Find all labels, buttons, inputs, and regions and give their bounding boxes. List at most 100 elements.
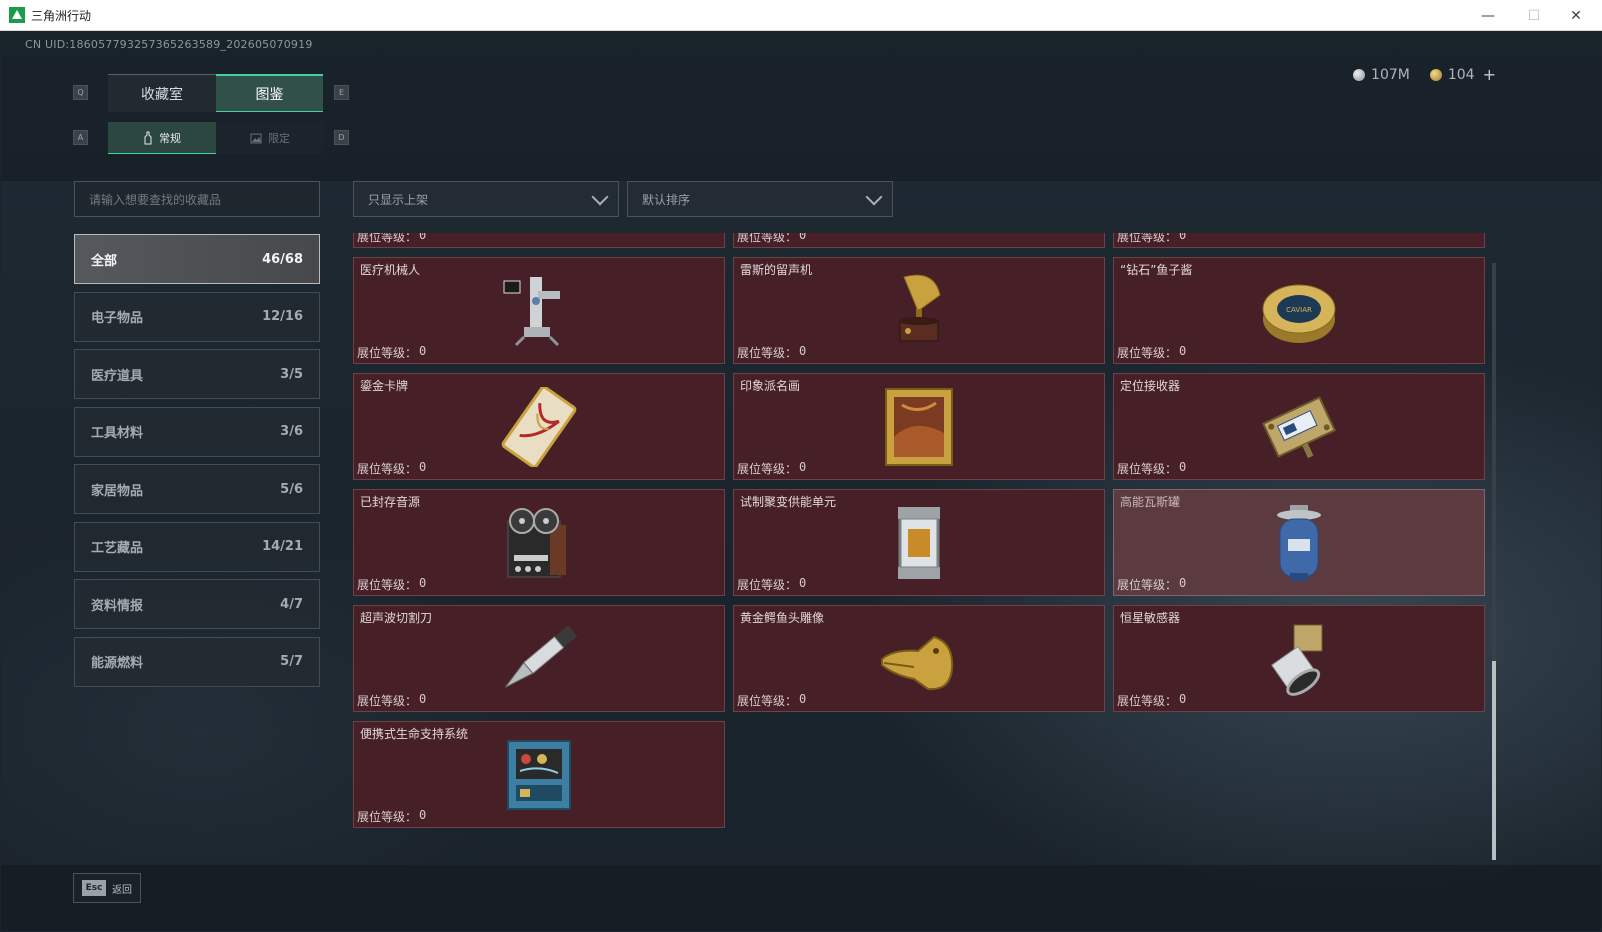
gas-canister-icon: [1254, 503, 1344, 583]
item-card-ultrasonic-cutter[interactable]: 超声波切割刀 展位等级： 0: [353, 605, 725, 712]
category-medical[interactable]: 医疗道具 3/5: [74, 349, 320, 399]
key-hint-e: E: [334, 85, 349, 100]
ultrasonic-cutter-icon: [494, 619, 584, 699]
item-card-tape-recorder[interactable]: 已封存音源 展位等级： 0: [353, 489, 725, 596]
tab-collection-room[interactable]: 收藏室: [108, 74, 216, 112]
category-count: 12/16: [262, 309, 303, 324]
bottom-bar: [1, 865, 1601, 931]
item-name: 恒星敏感器: [1120, 611, 1181, 625]
display-level: 展位等级： 0: [357, 692, 426, 709]
level-value: 0: [799, 344, 807, 358]
category-intel[interactable]: 资料情报 4/7: [74, 579, 320, 629]
close-button[interactable]: ✕: [1554, 0, 1598, 31]
item-card-gas-canister[interactable]: 高能瓦斯罐 展位等级： 0: [1113, 489, 1485, 596]
item-card[interactable]: 展位等级： 0: [1113, 233, 1485, 248]
category-label: 工具材料: [91, 426, 144, 441]
category-label: 家居物品: [91, 483, 144, 499]
minimize-button[interactable]: —: [1466, 0, 1510, 31]
category-electronics[interactable]: 电子物品 12/16: [74, 291, 320, 342]
item-name: 黄金鳄鱼头雕像: [740, 611, 825, 625]
level-value: 0: [799, 692, 807, 706]
app-logo-icon: [9, 7, 25, 23]
item-name: 鎏金卡牌: [360, 379, 409, 393]
item-name: 试制聚变供能单元: [740, 495, 837, 509]
display-level: 展位等级： 0: [357, 460, 426, 477]
sub-tabs: 常规 限定: [108, 122, 324, 154]
subtab-limited[interactable]: 限定: [216, 122, 324, 154]
caviar-tin-icon: CAVIAR: [1254, 271, 1344, 351]
category-list: 全部 46/68 电子物品 12/16 医疗道具 3/5 工具材料 3/6 家居物品 5/…: [74, 234, 320, 694]
main-tabs: 收藏室 图鉴: [108, 74, 323, 112]
level-label: 展位等级：: [357, 233, 418, 244]
display-filter-value: 只显示上架: [368, 192, 429, 207]
category-label: 全部: [91, 253, 118, 269]
gilded-card-icon: [494, 385, 584, 468]
currency-display: 107M 104 +: [1353, 65, 1496, 84]
sort-value: 默认排序: [642, 192, 691, 207]
collection-grid: 展位等级： 0 展位等级： 0 展位等级： 0 医疗机械人 展位等级： 0 雷斯的留声机…: [353, 233, 1498, 830]
level-value: 0: [419, 692, 427, 706]
category-tools[interactable]: 工具材料 3/6: [74, 406, 320, 457]
level-value: 0: [419, 344, 427, 358]
level-value: 0: [1179, 233, 1187, 242]
maximize-button[interactable]: ☐: [1512, 0, 1556, 31]
category-count: 46/68: [262, 251, 303, 267]
category-household[interactable]: 家居物品 5/6: [74, 464, 320, 514]
search-input[interactable]: 请输入想要查找的收藏品: [74, 181, 320, 217]
star-sensor-icon: [1254, 619, 1344, 699]
display-filter-dropdown[interactable]: 只显示上架: [353, 181, 619, 217]
level-label: 展位等级：: [357, 462, 418, 476]
level-value: 0: [1179, 576, 1187, 590]
level-label: 展位等级：: [357, 578, 418, 592]
item-card-gramophone[interactable]: 雷斯的留声机 展位等级： 0: [733, 257, 1105, 364]
display-level: 展位等级： 0: [737, 460, 806, 477]
display-level: 展位等级： 0: [1117, 344, 1186, 361]
bottle-icon: [144, 131, 152, 144]
tab-catalog[interactable]: 图鉴: [216, 74, 323, 112]
item-card-medical-robot[interactable]: 医疗机械人 展位等级： 0: [353, 257, 725, 364]
item-card-star-sensor[interactable]: 恒星敏感器 展位等级： 0: [1113, 605, 1485, 712]
item-card[interactable]: 展位等级： 0: [353, 233, 725, 248]
level-value: 0: [419, 233, 427, 242]
category-all[interactable]: 全部 46/68: [74, 234, 320, 284]
level-value: 0: [799, 576, 807, 590]
display-level: 展位等级： 0: [737, 233, 806, 245]
item-card-locator-receiver[interactable]: 定位接收器 展位等级： 0: [1113, 373, 1485, 480]
display-level: 展位等级： 0: [357, 576, 426, 593]
sort-dropdown[interactable]: 默认排序: [627, 181, 893, 217]
item-card-painting[interactable]: 印象派名画 展位等级： 0: [733, 373, 1105, 480]
category-energy[interactable]: 能源燃料 5/7: [74, 636, 320, 687]
picture-icon: [250, 133, 262, 143]
gold-crocodile-icon: [874, 619, 964, 699]
add-currency-button[interactable]: +: [1483, 65, 1496, 84]
grid-scrollbar-thumb[interactable]: [1492, 661, 1496, 860]
item-card[interactable]: 展位等级： 0: [733, 233, 1105, 248]
locator-receiver-icon: [1254, 387, 1344, 467]
level-label: 展位等级：: [737, 233, 798, 244]
item-card-gold-crocodile[interactable]: 黄金鳄鱼头雕像 展位等级： 0: [733, 605, 1105, 712]
window-title: 三角洲行动: [31, 8, 92, 23]
item-card-caviar[interactable]: “钻石”鱼子酱 CAVIAR 展位等级： 0: [1113, 257, 1485, 364]
display-level: 展位等级： 0: [1117, 460, 1186, 477]
item-name: “钻石”鱼子酱: [1120, 263, 1193, 277]
gramophone-icon: [874, 271, 964, 351]
item-card-gilded-card[interactable]: 鎏金卡牌 展位等级： 0: [353, 373, 725, 480]
category-label: 资料情报: [91, 598, 144, 614]
esc-key-hint: Esc: [82, 880, 106, 896]
item-name: 已封存音源: [360, 495, 421, 509]
item-card-life-support[interactable]: 便携式生命支持系统 展位等级： 0: [353, 721, 725, 828]
level-label: 展位等级：: [737, 578, 798, 592]
gold-amount: 104: [1447, 66, 1475, 83]
silver-amount: 107M: [1371, 66, 1410, 83]
display-level: 展位等级： 0: [357, 808, 426, 825]
chevron-down-icon: [591, 188, 609, 206]
item-name: 超声波切割刀: [360, 611, 433, 625]
key-hint-a: A: [73, 130, 88, 145]
subtab-regular[interactable]: 常规: [108, 122, 216, 154]
level-label: 展位等级：: [357, 346, 418, 360]
back-button[interactable]: Esc 返回: [73, 873, 141, 903]
item-card-fusion-cell[interactable]: 试制聚变供能单元 展位等级： 0: [733, 489, 1105, 596]
player-uid: CN UID:18605779325736526358­9_2026050709…: [25, 38, 313, 51]
level-label: 展位等级：: [357, 810, 418, 824]
category-crafts[interactable]: 工艺藏品 14/21: [74, 521, 320, 572]
